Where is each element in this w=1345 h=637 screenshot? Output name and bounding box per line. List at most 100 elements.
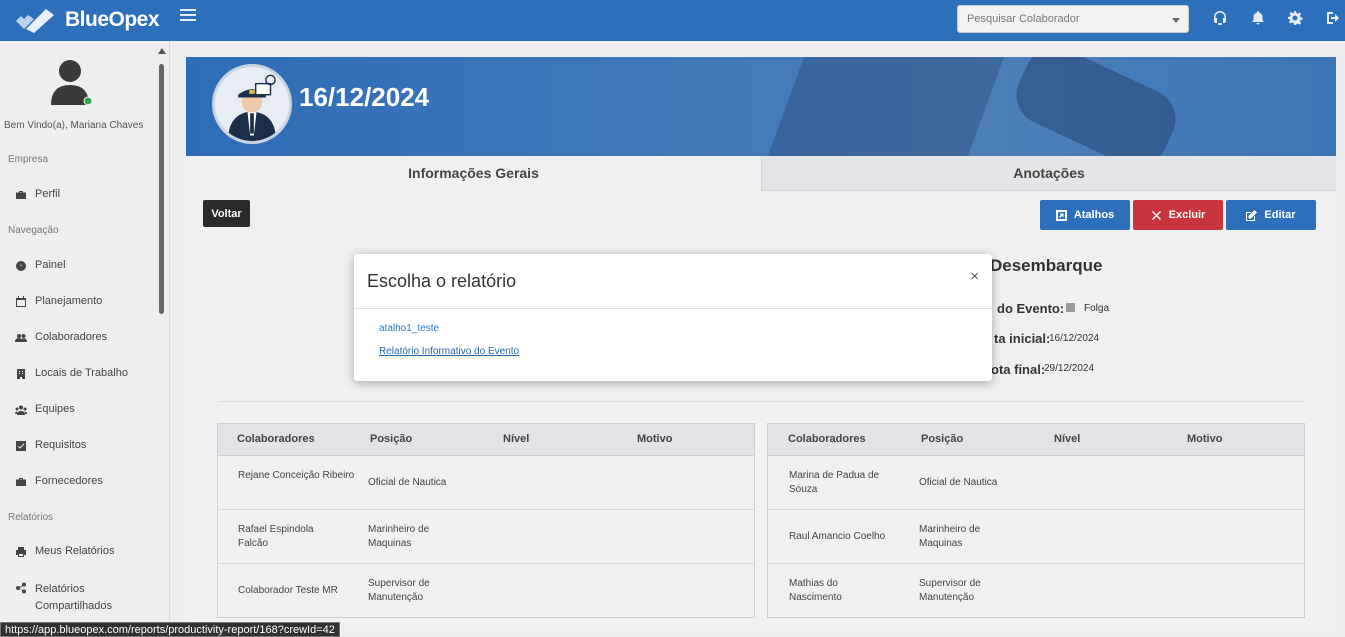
report-link-atalho[interactable]: atalho1_teste — [379, 323, 439, 334]
cell-position: Supervisor de Manutenção — [368, 578, 430, 603]
sidebar-item-label: Painel — [35, 259, 66, 271]
close-icon — [1151, 210, 1161, 220]
event-type-title: Desembarque — [990, 256, 1103, 275]
crew-table-left: Colaboradores Posição Nível Motivo Rejan… — [217, 423, 755, 618]
event-type-label: do Evento: — [997, 301, 1065, 316]
sidebar-item-equipes[interactable]: Equipes — [15, 403, 155, 416]
table-row[interactable]: Mathias do Nascimento Supervisor de Manu… — [768, 564, 1304, 618]
modal-header: Escolha o relatório × — [354, 254, 992, 309]
tab-anotacoes[interactable]: Anotações — [761, 156, 1336, 191]
table-row[interactable]: Rafael Espindola Falcão Marinheiro de Ma… — [218, 510, 754, 564]
start-date-label: ta inicial: — [994, 331, 1051, 346]
headset-icon[interactable] — [1212, 10, 1228, 26]
edit-button-label: Editar — [1264, 209, 1296, 221]
search-placeholder: Pesquisar Colaborador — [967, 13, 1080, 25]
chevron-down-icon — [1172, 18, 1180, 23]
cell-name: Rejane Conceição Ribeiro — [238, 470, 355, 481]
sidebar-item-label: Equipes — [35, 403, 75, 415]
user-avatar[interactable] — [49, 59, 93, 107]
event-avatar — [212, 64, 292, 144]
end-date-label: ota final: — [991, 362, 1046, 377]
cell-name: Marina de Padua de Souza — [789, 470, 880, 495]
cell-name: Colaborador Teste MR — [238, 585, 338, 596]
cell-name: Mathias do Nascimento — [789, 578, 842, 603]
section-empresa: Empresa — [8, 154, 49, 165]
sidebar-item-fornecedores[interactable]: Fornecedores — [15, 475, 155, 488]
section-navegacao: Navegação — [8, 225, 59, 236]
sidebar-item-meus-relatorios[interactable]: Meus Relatórios — [15, 545, 155, 558]
delete-button[interactable]: Excluir — [1133, 200, 1223, 230]
top-navbar: BlueOpex Pesquisar Colaborador — [0, 0, 1345, 41]
table-row[interactable]: Marina de Padua de Souza Oficial de Naut… — [768, 456, 1304, 510]
sidebar-item-label: Fornecedores — [35, 475, 103, 487]
table-row[interactable]: Colaborador Teste MR Supervisor de Manut… — [218, 564, 754, 618]
sidebar-item-label: Colaboradores — [35, 331, 108, 343]
col-motivo: Motivo — [637, 433, 673, 445]
sidebar-item-label: Requisitos — [35, 439, 87, 451]
shortcuts-button[interactable]: Atalhos — [1040, 200, 1130, 230]
edit-button[interactable]: Editar — [1226, 200, 1316, 230]
external-link-icon — [1055, 209, 1067, 221]
cell-name: Rafael Espindola Falcão — [238, 524, 314, 549]
cell-position: Oficial de Nautica — [919, 477, 998, 488]
menu-toggle-icon[interactable] — [180, 9, 196, 25]
building-icon — [17, 369, 25, 379]
crew-table-right: Colaboradores Posição Nível Motivo Marin… — [767, 423, 1305, 618]
logout-icon[interactable] — [1325, 10, 1341, 26]
col-nivel: Nível — [1054, 433, 1081, 445]
back-button[interactable]: Voltar — [203, 200, 250, 227]
col-colaboradores: Colaboradores — [788, 433, 866, 445]
sidebar-item-label: Locais de Trabalho — [35, 367, 128, 379]
calendar-icon — [16, 296, 26, 307]
app-logo[interactable]: BlueOpex — [14, 5, 160, 35]
app-name: BlueOpex — [65, 8, 160, 31]
cell-position: Oficial de Nautica — [368, 477, 447, 488]
sidebar-item-label: Relatórios Compartilhados — [35, 583, 113, 612]
tab-informacoes-gerais[interactable]: Informações Gerais — [186, 156, 761, 191]
search-collaborator-select[interactable]: Pesquisar Colaborador — [957, 5, 1189, 33]
event-type-value: Folga — [1084, 303, 1110, 314]
scroll-up-arrow-icon[interactable] — [158, 48, 166, 54]
sidebar-item-requisitos[interactable]: Requisitos — [15, 439, 155, 452]
sidebar-item-perfil[interactable]: Perfil — [15, 188, 155, 201]
sailor-illustration-icon — [227, 74, 277, 141]
cell-name: Raul Amancio Coelho — [789, 531, 886, 542]
report-chooser-modal: Escolha o relatório × atalho1_teste Rela… — [354, 254, 992, 381]
welcome-text: Bem Vindo(a), Mariana Chaves — [4, 120, 144, 131]
sidebar-item-painel[interactable]: Painel — [15, 259, 155, 272]
checkbox-icon — [16, 441, 26, 451]
col-posicao: Posição — [921, 433, 964, 445]
end-date-value: 29/12/2024 — [1044, 363, 1095, 374]
report-link-informativo[interactable]: Relatório Informativo do Evento — [379, 346, 519, 357]
table-row[interactable]: Raul Amancio Coelho Marinheiro de Maquin… — [768, 510, 1304, 564]
sidebar-item-colaboradores[interactable]: Colaboradores — [15, 331, 155, 344]
sidebar-item-label: Meus Relatórios — [35, 545, 115, 557]
col-motivo: Motivo — [1187, 433, 1223, 445]
shortcuts-button-label: Atalhos — [1073, 209, 1115, 221]
sidebar-item-planejamento[interactable]: Planejamento — [15, 295, 155, 308]
delete-button-label: Excluir — [1168, 209, 1206, 221]
sidebar-item-relatorios-compartilhados[interactable]: Relatórios Compartilhados — [15, 581, 135, 615]
sidebar-item-label: Planejamento — [35, 295, 103, 307]
sidebar-scrollbar[interactable] — [159, 64, 164, 314]
back-button-label: Voltar — [211, 207, 242, 220]
sidebar: Bem Vindo(a), Mariana Chaves Empresa Per… — [0, 41, 170, 637]
sidebar-item-label: Perfil — [35, 188, 61, 200]
team-icon — [15, 405, 27, 415]
share-icon — [16, 582, 26, 594]
modal-title: Escolha o relatório — [367, 271, 517, 291]
sidebar-item-locais[interactable]: Locais de Trabalho — [15, 367, 155, 380]
start-date-value: 16/12/2024 — [1049, 333, 1100, 344]
gear-icon[interactable] — [1287, 10, 1303, 26]
briefcase-icon — [16, 478, 26, 486]
printer-icon — [16, 547, 26, 557]
bell-icon[interactable] — [1250, 10, 1266, 26]
logo-check-icon — [16, 9, 54, 33]
close-icon[interactable]: × — [970, 268, 979, 285]
edit-icon — [1246, 209, 1258, 221]
cell-position: Marinheiro de Maquinas — [919, 524, 981, 549]
briefcase-icon — [16, 191, 26, 199]
table-row[interactable]: Rejane Conceição Ribeiro Oficial de Naut… — [218, 456, 754, 510]
dashboard-gauge-icon — [16, 261, 26, 271]
event-type-swatch — [1066, 303, 1075, 312]
